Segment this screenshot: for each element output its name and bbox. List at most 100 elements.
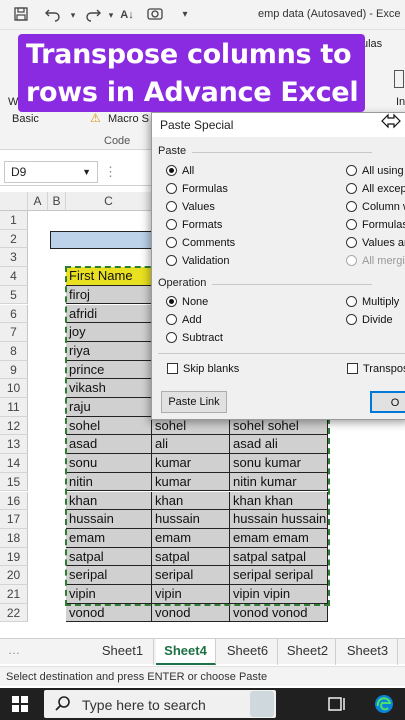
table-cell-e[interactable]: emam emam — [230, 528, 328, 548]
skip-blanks-checkbox[interactable]: Skip blanks — [167, 363, 239, 375]
table-cell-c[interactable]: seripal — [66, 566, 152, 585]
select-all-corner[interactable] — [0, 192, 28, 211]
undo-icon[interactable] — [44, 6, 62, 24]
row-header[interactable]: 2 — [0, 229, 28, 249]
paste-special-dialog[interactable]: Paste Special Paste All Formulas Values For… — [151, 112, 405, 420]
redo-icon[interactable] — [84, 6, 102, 24]
transpose-checkbox[interactable]: Transpos — [347, 363, 405, 375]
row-header[interactable]: 21 — [0, 585, 28, 604]
column-header-a[interactable]: A — [28, 192, 48, 211]
table-cell-e[interactable]: seripal seripal — [230, 566, 328, 585]
row-header[interactable]: 12 — [0, 416, 28, 436]
table-cell-c[interactable]: emam — [66, 528, 152, 548]
row-header[interactable]: 7 — [0, 323, 28, 342]
radio-all-mergi[interactable]: All mergi — [346, 255, 405, 267]
sheet-tab-sheet3[interactable]: Sheet3 — [338, 639, 398, 665]
paste-link-button[interactable]: Paste Link — [161, 391, 227, 413]
visual-basic-label[interactable]: Basic — [12, 113, 39, 125]
table-cell-e[interactable]: hussain hussain — [230, 510, 328, 529]
radio-subtract[interactable]: Subtract — [166, 332, 223, 344]
radio-validation[interactable]: Validation — [166, 255, 230, 267]
radio-values[interactable]: Values — [166, 201, 215, 213]
row-header[interactable]: 3 — [0, 248, 28, 268]
table-cell-c[interactable]: vipin — [66, 585, 152, 604]
row-header[interactable]: 17 — [0, 510, 28, 529]
task-view-icon[interactable] — [328, 695, 346, 716]
ok-button[interactable]: O — [370, 391, 405, 413]
table-cell-e[interactable]: satpal satpal — [230, 547, 328, 567]
column-header-b[interactable]: B — [48, 192, 66, 211]
row-header[interactable]: 19 — [0, 547, 28, 567]
table-cell-d[interactable]: emam — [152, 528, 230, 548]
ellipsis-icon[interactable]: … — [8, 643, 20, 657]
row-header[interactable]: 5 — [0, 285, 28, 305]
radio-all-excep[interactable]: All excep — [346, 183, 405, 195]
table-cell-c[interactable]: sonu — [66, 454, 152, 473]
undo-dropdown-icon[interactable]: ▾ — [64, 6, 82, 24]
row-header[interactable]: 8 — [0, 341, 28, 361]
radio-add[interactable]: Add — [166, 314, 202, 326]
save-icon[interactable] — [12, 6, 30, 24]
table-cell-d[interactable]: hussain — [152, 510, 230, 529]
row-header[interactable]: 1 — [0, 211, 28, 230]
row-header[interactable]: 18 — [0, 528, 28, 548]
table-cell-c[interactable]: afridi — [66, 304, 152, 324]
table-cell-c[interactable]: firoj — [66, 285, 152, 305]
radio-formulas[interactable]: Formulas — [166, 183, 228, 195]
radio-all-using[interactable]: All using — [346, 165, 404, 177]
table-cell-c[interactable]: vikash — [66, 379, 152, 398]
row-header[interactable]: 11 — [0, 398, 28, 417]
macro-security-label[interactable]: Macro S — [108, 113, 149, 125]
radio-divide[interactable]: Divide — [346, 314, 393, 326]
table-cell-c[interactable]: nitin — [66, 472, 152, 492]
sheet-tab-sheet6[interactable]: Sheet6 — [218, 639, 278, 665]
table-cell-c[interactable]: satpal — [66, 547, 152, 567]
table-cell-c[interactable]: raju — [66, 398, 152, 417]
table-cell-d[interactable]: vipin — [152, 585, 230, 604]
radio-multiply[interactable]: Multiply — [346, 296, 399, 308]
sort-icon[interactable]: A↓ — [118, 6, 136, 24]
taskbar-search-box[interactable]: Type here to search — [44, 690, 276, 718]
table-cell-c[interactable]: asad — [66, 435, 152, 455]
customize-icon[interactable]: ▾ — [176, 6, 194, 24]
table-cell-d[interactable]: kumar — [152, 472, 230, 492]
table-cell-c[interactable]: khan — [66, 491, 152, 511]
chevron-down-icon[interactable]: ▼ — [82, 162, 91, 182]
row-header[interactable]: 14 — [0, 454, 28, 473]
table-cell-e[interactable]: vipin vipin — [230, 585, 328, 604]
table-cell-d[interactable]: ali — [152, 435, 230, 455]
radio-comments[interactable]: Comments — [166, 237, 235, 249]
radio-none[interactable]: None — [166, 296, 208, 308]
radio-column-w[interactable]: Column w — [346, 201, 405, 213]
row-header[interactable]: 13 — [0, 435, 28, 455]
camera-icon[interactable] — [146, 6, 164, 24]
table-cell-d[interactable]: vonod — [152, 603, 230, 623]
table-cell-c[interactable]: riya — [66, 341, 152, 361]
row-header[interactable]: 9 — [0, 360, 28, 380]
radio-values-ar[interactable]: Values ar — [346, 237, 405, 249]
table-cell-e[interactable]: nitin kumar — [230, 472, 328, 492]
sheet-tab-sheet2[interactable]: Sheet2 — [280, 639, 336, 665]
header-cell-first-name[interactable]: First Name — [66, 267, 152, 286]
table-cell-c[interactable]: sohel — [66, 416, 152, 436]
row-header[interactable]: 10 — [0, 379, 28, 398]
sheet-tab-sheet1[interactable]: Sheet1 — [92, 639, 154, 665]
table-cell-c[interactable]: vonod — [66, 603, 152, 623]
sheet-tab-sheet4[interactable]: Sheet4 — [156, 639, 216, 665]
table-cell-c[interactable]: joy — [66, 323, 152, 342]
table-cell-c[interactable]: hussain — [66, 510, 152, 529]
row-header[interactable]: 6 — [0, 304, 28, 324]
table-cell-e[interactable]: vonod vonod — [230, 603, 328, 623]
table-cell-d[interactable]: satpal — [152, 547, 230, 567]
row-header[interactable]: 15 — [0, 472, 28, 492]
radio-formulas[interactable]: Formulas — [346, 219, 405, 231]
row-header[interactable]: 20 — [0, 566, 28, 585]
row-header[interactable]: 16 — [0, 491, 28, 511]
table-cell-d[interactable]: seripal — [152, 566, 230, 585]
name-box[interactable]: D9 ▼ — [4, 161, 98, 183]
table-cell-c[interactable]: prince — [66, 360, 152, 380]
radio-formats[interactable]: Formats — [166, 219, 222, 231]
table-cell-e[interactable]: sonu kumar — [230, 454, 328, 473]
windows-start-icon[interactable] — [12, 696, 28, 715]
table-cell-e[interactable]: khan khan — [230, 491, 328, 511]
